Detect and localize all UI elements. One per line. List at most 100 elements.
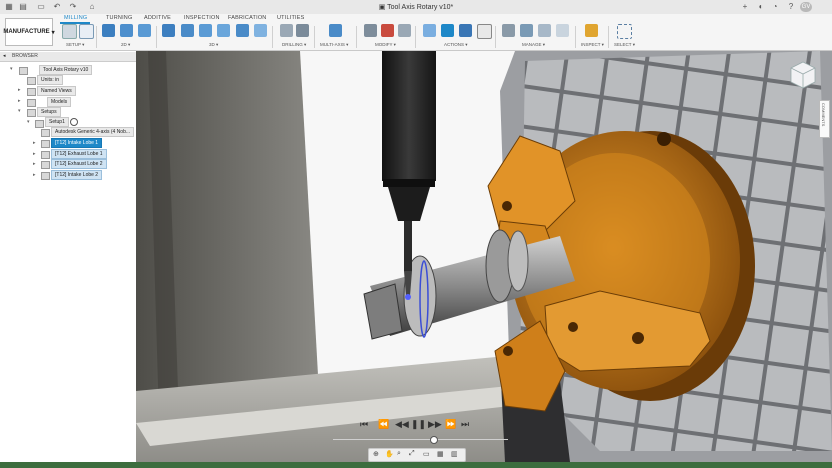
contour-icon[interactable] (254, 24, 267, 37)
parallel-icon[interactable] (217, 24, 230, 37)
document-icon: ▣ (378, 4, 388, 11)
expand-arrow-icon[interactable]: ▸ (18, 98, 21, 104)
3d-adaptive-icon[interactable] (162, 24, 175, 37)
delete-icon[interactable] (381, 24, 394, 37)
tree-operation[interactable]: [T12] Exhaust Lobe 2 (51, 159, 107, 169)
new-setup-icon[interactable] (79, 24, 94, 39)
jaw-bolt (503, 346, 513, 356)
tree-operation-selected[interactable]: [T12] Intake Lobe 1 (51, 138, 103, 148)
group-3d[interactable]: 3D ▾ (209, 42, 218, 48)
group-actions[interactable]: ACTIONS ▾ (444, 42, 468, 48)
notifications-icon[interactable]: ◔ (770, 2, 780, 12)
expand-arrow-icon[interactable]: ▸ (33, 140, 36, 146)
expand-arrow-icon[interactable]: ▸ (33, 151, 36, 157)
tab-turning[interactable]: TURNING (106, 15, 132, 21)
group-inspect[interactable]: INSPECT ▾ (581, 42, 604, 48)
group-select[interactable]: SELECT ▾ (614, 42, 635, 48)
skip-end-icon[interactable]: ⏭ (461, 419, 469, 430)
select-window-icon[interactable] (617, 24, 632, 39)
setup-folder-icon[interactable] (62, 24, 77, 39)
expand-arrow-icon[interactable]: ▾ (10, 66, 13, 72)
cam-lobe (507, 230, 529, 292)
tree-machine[interactable]: Autodesk Generic 4-axis (4 Nob... (51, 127, 135, 137)
step-back-icon[interactable]: ⏪ (378, 419, 389, 430)
zoom-icon[interactable]: ⌕ (397, 450, 401, 458)
group-drilling[interactable]: DRILLING ▾ (282, 42, 306, 48)
group-modify[interactable]: MODIFY ▾ (375, 42, 396, 48)
tab-additive[interactable]: ADDITIVE (144, 15, 171, 21)
group-manage[interactable]: MANAGE ▾ (522, 42, 545, 48)
generate-icon[interactable] (423, 24, 436, 37)
viewcube-icon[interactable] (788, 60, 818, 90)
expand-arrow-icon[interactable]: ▸ (18, 87, 21, 93)
expand-arrow-icon[interactable]: ▸ (33, 172, 36, 178)
grid-settings-icon[interactable]: ▦ (437, 450, 444, 458)
multi-axis-icon[interactable] (329, 24, 342, 37)
2d-adaptive-icon[interactable] (102, 24, 115, 37)
orbit-icon[interactable]: ⊕ (373, 450, 379, 458)
viewports-icon[interactable]: ▥ (451, 450, 458, 458)
step-forward-icon[interactable]: ⏩ (445, 419, 456, 430)
thread-icon[interactable] (296, 24, 309, 37)
help-icon[interactable]: ? (786, 2, 796, 12)
measure-icon[interactable] (585, 24, 598, 37)
chuck-hole (657, 132, 671, 146)
workspace-switcher[interactable]: MANUFACTURE ▾ (3, 18, 55, 46)
steep-shallow-icon[interactable] (199, 24, 212, 37)
tree-root[interactable]: Tool Axis Rotary v10 (39, 65, 93, 75)
expand-arrow-icon[interactable]: ▸ (33, 161, 36, 167)
tab-milling[interactable]: MILLING (64, 15, 87, 21)
simulate-icon[interactable] (441, 24, 454, 37)
eye-icon[interactable] (27, 99, 36, 107)
group-setup[interactable]: SETUP ▾ (66, 42, 84, 48)
tab-fabrication[interactable]: FABRICATION (228, 15, 266, 21)
tab-inspection[interactable]: INSPECTION (184, 15, 220, 21)
simulation-timeline[interactable] (333, 439, 508, 440)
active-setup-icon[interactable] (70, 118, 78, 126)
fit-icon[interactable]: ⤢ (409, 450, 415, 458)
tree-units[interactable]: Units: in (37, 75, 64, 85)
divider (272, 26, 273, 48)
comments-panel[interactable]: COMMENTS (819, 100, 830, 138)
pan-icon[interactable]: ✋ (385, 450, 394, 458)
group-2d[interactable]: 2D ▾ (121, 42, 130, 48)
pause-icon[interactable]: ❚❚ (411, 419, 426, 430)
eye-icon[interactable] (19, 67, 28, 75)
pocket-clearing-icon[interactable] (181, 24, 194, 37)
display-settings-icon[interactable]: ▭ (423, 450, 430, 458)
tree-operation[interactable]: [T12] Intake Lobe 2 (51, 170, 103, 180)
machine-library-icon[interactable] (520, 24, 533, 37)
machine-icon (41, 129, 50, 137)
expand-arrow-icon[interactable]: ▾ (18, 108, 21, 114)
play-forward-icon[interactable]: ▶▶ (428, 419, 442, 430)
group-3d-label: 3D (209, 42, 215, 47)
tree-operation[interactable]: [T12] Exhaust Lobe 1 (51, 149, 107, 159)
timeline-slider[interactable] (429, 436, 438, 444)
post-process-icon[interactable] (459, 24, 472, 37)
divider (314, 26, 315, 48)
drill-icon[interactable] (280, 24, 293, 37)
add-tab-icon[interactable]: + (740, 2, 750, 12)
user-avatar[interactable]: GV (800, 2, 812, 12)
collapse-icon[interactable]: ◂ (3, 53, 6, 59)
post-library-icon[interactable] (538, 24, 551, 37)
2d-pocket-icon[interactable] (120, 24, 133, 37)
rewind-icon[interactable]: ◀◀ (395, 419, 409, 430)
group-multi-axis[interactable]: MULTI-AXIS ▾ (320, 42, 348, 48)
tree-models[interactable]: Models (47, 97, 72, 107)
move-icon[interactable] (364, 24, 377, 37)
tree-setup1[interactable]: Setup1 (45, 117, 69, 127)
tool-library-icon[interactable] (502, 24, 515, 37)
setup-sheet-icon[interactable] (477, 24, 492, 39)
tab-utilities[interactable]: UTILITIES (277, 15, 304, 21)
scallop-icon[interactable] (236, 24, 249, 37)
expand-arrow-icon[interactable]: ▾ (27, 119, 30, 125)
face-icon[interactable] (138, 24, 151, 37)
fillet-icon[interactable] (398, 24, 411, 37)
extensions-icon[interactable]: ◐ (756, 2, 766, 12)
tree-setups[interactable]: Setups (37, 107, 61, 117)
tree-named-views[interactable]: Named Views (37, 86, 76, 96)
jaw-bolt (568, 322, 578, 332)
skip-start-icon[interactable]: ⏮ (360, 419, 368, 430)
template-library-icon[interactable] (556, 24, 569, 37)
